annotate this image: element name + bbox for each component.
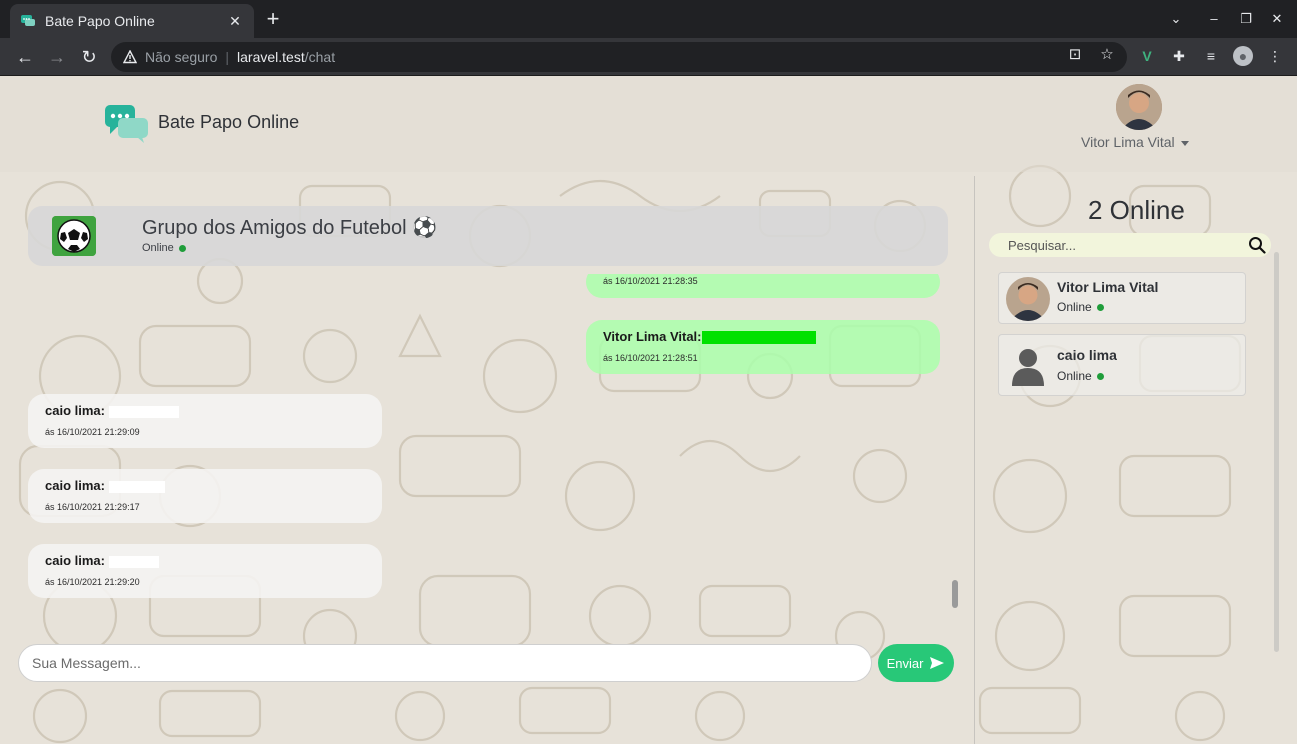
address-bar[interactable]: Não seguro | laravel.test /chat	[111, 42, 1127, 72]
message-timestamp: ás 16/10/2021 21:29:20	[45, 577, 140, 587]
contact-item[interactable]: Vitor Lima Vital Online	[998, 272, 1246, 324]
soccer-ball-icon	[52, 216, 96, 256]
reload-icon[interactable]: ↻	[77, 45, 101, 69]
url-path: /chat	[304, 49, 336, 65]
user-photo-icon	[1116, 84, 1162, 130]
contact-avatar	[1006, 277, 1050, 321]
maximize-icon[interactable]: ❐	[1237, 10, 1255, 28]
contact-status-label: Online	[1057, 300, 1092, 314]
contact-status: Online	[1057, 369, 1104, 383]
message-timestamp: ás 16/10/2021 21:28:51	[603, 353, 698, 364]
contacts-scrollbar[interactable]	[1274, 252, 1279, 652]
chat-bubbles-icon	[21, 15, 35, 26]
group-name: Grupo dos Amigos do Futebol ⚽	[142, 217, 438, 239]
contact-name: caio lima	[1057, 347, 1117, 363]
tab-search-icon[interactable]: ⌄	[1167, 10, 1185, 28]
forward-icon[interactable]: →	[45, 45, 69, 69]
group-status-label: Online	[142, 242, 174, 254]
message-input[interactable]	[18, 644, 872, 682]
send-button[interactable]: Enviar	[878, 644, 954, 682]
message-bubble: caio lima: ás 16/10/2021 21:29:09	[28, 394, 382, 448]
message-bubble: caio lima: ás 16/10/2021 21:29:17	[28, 469, 382, 523]
redacted-text	[701, 331, 816, 345]
search-input[interactable]	[989, 233, 1239, 257]
message-author: Vitor Lima Vital:	[603, 329, 702, 344]
tab-close-icon[interactable]: ✕	[226, 13, 244, 30]
chat-bubbles-icon	[105, 105, 148, 143]
security-label: Não seguro	[145, 49, 218, 65]
extensions-icon[interactable]: ✚	[1169, 46, 1189, 66]
caret-down-icon	[1180, 140, 1189, 146]
user-photo-icon	[1006, 277, 1050, 321]
online-count: 2 Online	[1088, 195, 1185, 225]
group-header: Grupo dos Amigos do Futebol ⚽ Online	[28, 206, 948, 266]
message-bubble: Vitor Lima Vital: ás 16/10/2021 21:28:51	[586, 320, 940, 374]
group-avatar	[52, 216, 96, 256]
user-name: Vitor Lima Vital	[1081, 134, 1175, 150]
contact-search	[989, 233, 1271, 257]
browser-tab-strip: Bate Papo Online ✕ + ⌄ – ❐ ✕	[0, 0, 1297, 38]
redacted-text	[108, 555, 159, 568]
group-status: Online	[142, 242, 186, 254]
minimize-icon[interactable]: –	[1205, 10, 1223, 28]
message-author: caio lima:	[45, 553, 105, 568]
media-playlist-icon[interactable]: ≡	[1201, 46, 1221, 66]
new-tab-button[interactable]: +	[262, 8, 284, 30]
message-author: caio lima:	[45, 403, 105, 418]
online-dot-icon	[178, 244, 186, 252]
contact-name: Vitor Lima Vital	[1057, 279, 1159, 295]
browser-toolbar: ← → ↻ Não seguro | laravel.test /chat ⊡ …	[0, 38, 1297, 76]
contact-item[interactable]: caio lima Online	[998, 334, 1246, 396]
panel-divider	[974, 176, 975, 744]
tab-title: Bate Papo Online	[45, 13, 155, 29]
user-avatar[interactable]	[1116, 84, 1162, 130]
back-icon[interactable]: ←	[13, 45, 37, 69]
redacted-text	[108, 480, 165, 493]
close-window-icon[interactable]: ✕	[1268, 10, 1286, 28]
vue-devtools-icon[interactable]: V	[1137, 46, 1157, 66]
message-bubble: ás 16/10/2021 21:28:35	[586, 274, 940, 298]
browser-tab[interactable]: Bate Papo Online ✕	[10, 4, 254, 38]
more-menu-icon[interactable]: ⋮	[1265, 46, 1285, 66]
translate-icon[interactable]: ⊡	[1065, 45, 1085, 65]
redacted-text	[108, 405, 179, 418]
contact-status: Online	[1057, 300, 1104, 314]
user-silhouette-icon	[1012, 349, 1044, 386]
search-icon[interactable]	[1248, 236, 1266, 254]
contact-avatar	[1006, 344, 1050, 388]
message-bubble: caio lima: ás 16/10/2021 21:29:20	[28, 544, 382, 598]
chat-page: Bate Papo Online Vitor Lima Vital Grupo …	[0, 76, 1297, 744]
url-host: laravel.test	[237, 49, 305, 65]
message-timestamp: ás 16/10/2021 21:29:09	[45, 427, 140, 437]
url-separator: |	[225, 49, 230, 65]
online-dot-icon	[1096, 373, 1104, 381]
profile-icon[interactable]: ●	[1233, 46, 1253, 66]
message-scrollbar-thumb[interactable]	[952, 580, 958, 608]
message-author: caio lima:	[45, 478, 105, 493]
bookmark-star-icon[interactable]: ☆	[1097, 45, 1117, 65]
send-label: Enviar	[886, 655, 924, 671]
warning-icon	[123, 50, 137, 64]
send-arrow-icon	[930, 657, 945, 669]
brand-name[interactable]: Bate Papo Online	[158, 112, 299, 133]
top-navbar: Bate Papo Online Vitor Lima Vital	[0, 76, 1297, 172]
message-timestamp: ás 16/10/2021 21:28:35	[603, 276, 698, 286]
message-timestamp: ás 16/10/2021 21:29:17	[45, 502, 140, 512]
contact-status-label: Online	[1057, 369, 1092, 383]
online-dot-icon	[1096, 304, 1104, 312]
user-menu-toggle[interactable]: Vitor Lima Vital	[1081, 134, 1189, 150]
message-list[interactable]: ás 16/10/2021 21:28:35 Vitor Lima Vital:…	[28, 274, 948, 610]
message-scrollbar[interactable]	[951, 276, 959, 612]
